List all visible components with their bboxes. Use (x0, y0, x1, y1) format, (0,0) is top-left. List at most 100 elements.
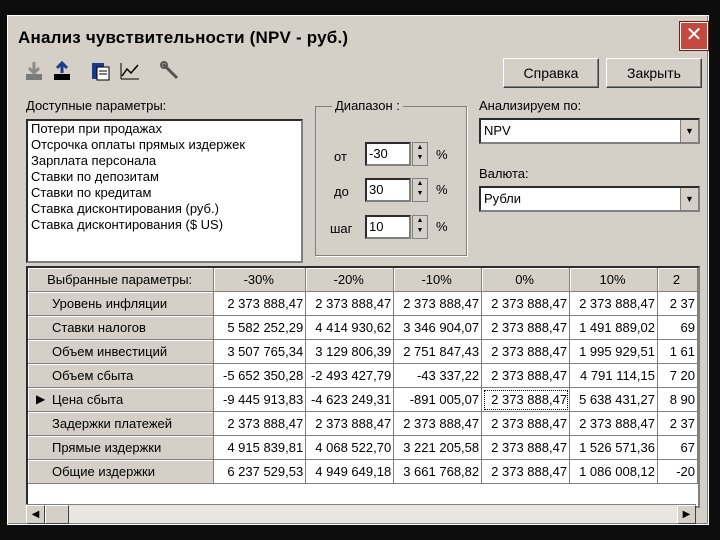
row-header[interactable]: Прямые издержки (28, 435, 215, 460)
list-item[interactable]: Отсрочка оплаты прямых издержек (28, 137, 301, 153)
grid-cell[interactable]: 8 90 (657, 387, 698, 412)
grid-cell[interactable]: 1 61 (657, 339, 698, 364)
grid-cell[interactable]: 2 373 888,47 (569, 291, 658, 316)
close-icon[interactable]: ✕ (680, 22, 708, 50)
row-header[interactable]: Объем инвестиций (28, 339, 215, 364)
list-item[interactable]: Ставки по кредитам (28, 185, 301, 201)
grid-cell[interactable]: 67 (657, 435, 698, 460)
grid-cell[interactable]: 2 373 888,47 (481, 435, 571, 460)
table-row[interactable]: Уровень инфляции 2 373 888,47 2 373 888,… (28, 291, 698, 316)
column-header[interactable]: -30% (213, 268, 307, 292)
grid-cell[interactable]: 4 414 930,62 (305, 315, 395, 340)
grid-cell[interactable]: 3 346 904,07 (393, 315, 483, 340)
grid-cell[interactable]: 1 995 929,51 (569, 339, 658, 364)
grid-cell[interactable]: 2 373 888,47 (213, 291, 307, 316)
grid-cell[interactable]: 2 373 888,47 (305, 411, 395, 436)
grid-cell[interactable]: 2 37 (657, 291, 698, 316)
list-item[interactable]: Потери при продажах (28, 121, 301, 137)
scroll-left-icon[interactable]: ◀ (26, 505, 45, 524)
grid-cell[interactable]: 2 373 888,47 (481, 363, 571, 388)
grid-cell[interactable]: 3 221 205,58 (393, 435, 483, 460)
grid-cell[interactable]: 4 791 114,15 (569, 363, 658, 388)
grid-cell[interactable]: 5 582 252,29 (213, 315, 307, 340)
grid-cell[interactable]: 3 507 765,34 (213, 339, 307, 364)
chevron-down-icon[interactable]: ▼ (680, 120, 698, 142)
results-grid[interactable]: Выбранные параметры: -30% -20% -10% 0% 1… (26, 266, 700, 508)
step-input[interactable]: 10 (365, 215, 411, 239)
grid-cell[interactable]: -2 493 427,79 (305, 363, 395, 388)
table-row[interactable]: Объем сбыта -5 652 350,28 -2 493 427,79 … (28, 363, 698, 388)
grid-cell[interactable]: 4 915 839,81 (213, 435, 307, 460)
table-row[interactable]: Объем инвестиций 3 507 765,34 3 129 806,… (28, 339, 698, 364)
column-header[interactable]: 2 (657, 268, 698, 292)
scroll-right-icon[interactable]: ▶ (677, 505, 696, 524)
step-spin-button[interactable]: ▲ ▼ (412, 215, 428, 239)
grid-cell[interactable]: 2 373 888,47 (393, 411, 483, 436)
currency-select[interactable]: Рубли ▼ (479, 186, 700, 212)
grid-cell[interactable]: 2 373 888,47 (481, 291, 571, 316)
grid-cell[interactable]: 2 373 888,47 (481, 459, 571, 484)
list-item[interactable]: Ставки по депозитам (28, 169, 301, 185)
copy-icon[interactable] (88, 60, 112, 84)
chevron-down-icon[interactable]: ▼ (680, 188, 698, 210)
analyze-select[interactable]: NPV ▼ (479, 118, 700, 144)
grid-cell[interactable]: 2 373 888,47 (305, 291, 395, 316)
grid-cell[interactable]: 3 129 806,39 (305, 339, 395, 364)
grid-cell[interactable]: 2 373 888,47 (481, 339, 571, 364)
grid-cell[interactable]: 2 37 (657, 411, 698, 436)
horizontal-scrollbar[interactable]: ◀ ▶ (26, 504, 696, 524)
scroll-thumb[interactable] (45, 505, 69, 524)
grid-cell[interactable]: -20 (657, 459, 698, 484)
upload-icon[interactable] (50, 60, 74, 84)
grid-cell[interactable]: 2 373 888,47 (481, 411, 571, 436)
table-row[interactable]: Общие издержки 6 237 529,53 4 949 649,18… (28, 459, 698, 484)
grid-cell[interactable]: 3 661 768,82 (393, 459, 483, 484)
row-header[interactable]: Объем сбыта (28, 363, 215, 388)
table-row[interactable]: Задержки платежей 2 373 888,47 2 373 888… (28, 411, 698, 436)
column-header[interactable]: 0% (481, 268, 571, 292)
grid-cell[interactable]: 2 373 888,47 (213, 411, 307, 436)
row-header[interactable]: Задержки платежей (28, 411, 215, 436)
list-item[interactable]: Ставка дисконтирования (руб.) (28, 201, 301, 217)
grid-cell[interactable]: 2 373 888,47 (481, 315, 571, 340)
from-spin-button[interactable]: ▲ ▼ (412, 142, 428, 166)
grid-cell[interactable]: 1 491 889,02 (569, 315, 658, 340)
grid-cell[interactable]: 7 20 (657, 363, 698, 388)
help-button[interactable]: Справка (503, 58, 599, 88)
table-row[interactable]: Прямые издержки 4 915 839,81 4 068 522,7… (28, 435, 698, 460)
grid-cell[interactable]: 69 (657, 315, 698, 340)
table-row-current[interactable]: ▶ Цена сбыта -9 445 913,83 -4 623 249,31 … (28, 387, 698, 412)
grid-cell[interactable]: 6 237 529,53 (213, 459, 307, 484)
grid-cell[interactable]: 5 638 431,27 (569, 387, 658, 412)
grid-cell[interactable]: 1 086 008,12 (569, 459, 658, 484)
from-input[interactable]: -30 (365, 142, 411, 166)
grid-cell[interactable]: 2 751 847,43 (393, 339, 483, 364)
grid-cell[interactable]: 4 949 649,18 (305, 459, 395, 484)
column-header[interactable]: 10% (569, 268, 658, 292)
grid-cell[interactable]: -891 005,07 (393, 387, 483, 412)
column-header[interactable]: -10% (393, 268, 483, 292)
list-item[interactable]: Ставка дисконтирования ($ US) (28, 217, 301, 233)
grid-cell-selected[interactable]: 2 373 888,47 (481, 387, 571, 412)
grid-cell[interactable]: -43 337,22 (393, 363, 483, 388)
list-item[interactable]: Зарплата персонала (28, 153, 301, 169)
row-header[interactable]: Ставки налогов (28, 315, 215, 340)
table-row[interactable]: Ставки налогов 5 582 252,29 4 414 930,62… (28, 315, 698, 340)
row-header-current[interactable]: ▶ Цена сбыта (28, 387, 215, 412)
download-icon[interactable] (22, 60, 46, 84)
grid-cell[interactable]: -4 623 249,31 (305, 387, 395, 412)
wrench-icon[interactable] (158, 60, 182, 84)
column-header[interactable]: -20% (305, 268, 395, 292)
available-params-list[interactable]: Потери при продажах Отсрочка оплаты прям… (26, 119, 303, 263)
grid-cell[interactable]: 1 526 571,36 (569, 435, 658, 460)
to-spin-button[interactable]: ▲ ▼ (412, 178, 428, 202)
row-header[interactable]: Уровень инфляции (28, 291, 215, 316)
grid-cell[interactable]: 2 373 888,47 (393, 291, 483, 316)
grid-cell[interactable]: -9 445 913,83 (213, 387, 307, 412)
grid-cell[interactable]: -5 652 350,28 (213, 363, 307, 388)
to-input[interactable]: 30 (365, 178, 411, 202)
close-button[interactable]: Закрыть (606, 58, 702, 88)
chart-icon[interactable] (118, 60, 142, 84)
grid-cell[interactable]: 4 068 522,70 (305, 435, 395, 460)
grid-cell[interactable]: 2 373 888,47 (569, 411, 658, 436)
